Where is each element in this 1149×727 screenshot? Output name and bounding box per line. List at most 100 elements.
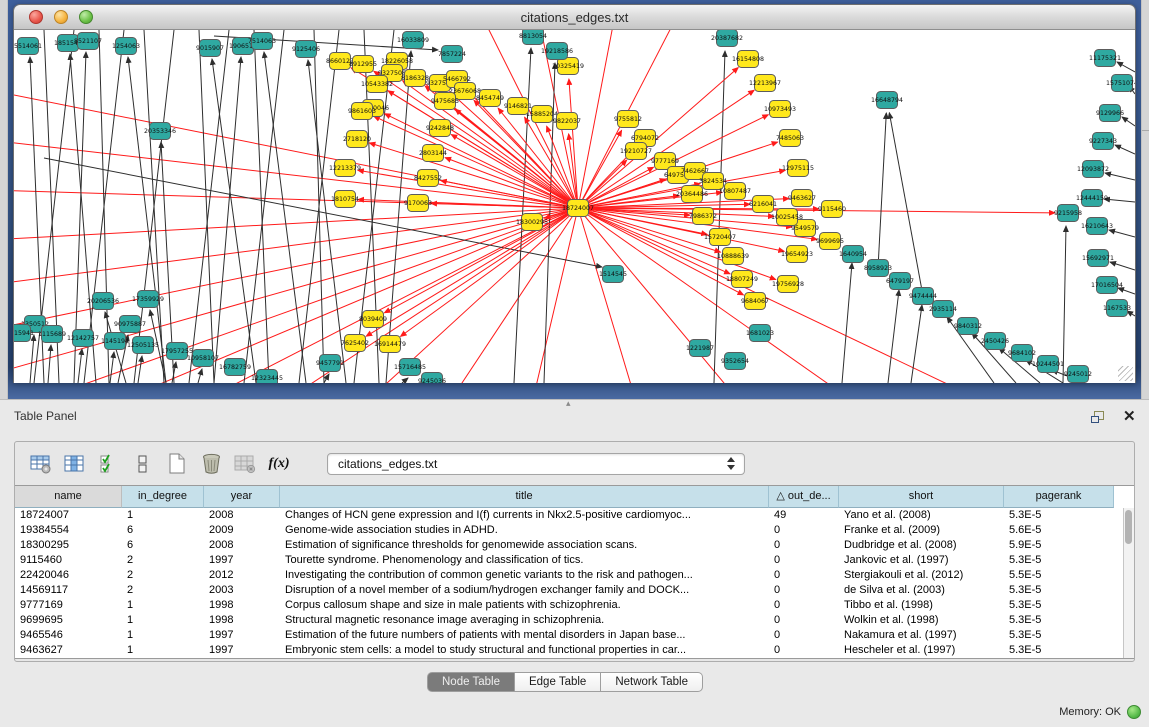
cell-name[interactable]: 14569117 bbox=[15, 583, 122, 598]
cell-in_degree[interactable]: 2 bbox=[122, 568, 204, 583]
table-row[interactable]: 969969511998Structural magnetic resonanc… bbox=[15, 613, 1123, 628]
cell-out_degree[interactable]: 49 bbox=[769, 508, 839, 523]
cell-pagerank[interactable]: 5.9E-5 bbox=[1004, 538, 1114, 553]
cell-in_degree[interactable]: 2 bbox=[122, 553, 204, 568]
graph-node[interactable]: 16914479 bbox=[374, 336, 406, 353]
graph-node[interactable]: 9475685 bbox=[431, 93, 459, 110]
cell-year[interactable]: 1998 bbox=[204, 598, 280, 613]
cell-title[interactable]: Estimation of significance thresholds fo… bbox=[280, 538, 769, 553]
network-canvas[interactable]: 1872400797558126794072192107279777169649… bbox=[14, 30, 1135, 383]
graph-node[interactable]: 7625402 bbox=[341, 335, 369, 352]
graph-node[interactable]: 8039409 bbox=[359, 311, 387, 328]
graph-node[interactable]: 17016504 bbox=[1091, 277, 1123, 294]
cell-name[interactable]: 18724007 bbox=[15, 508, 122, 523]
table-row[interactable]: 911546021997Tourette syndrome. Phenomeno… bbox=[15, 553, 1123, 568]
cell-pagerank[interactable]: 5.3E-5 bbox=[1004, 613, 1114, 628]
graph-node[interactable]: 12142757 bbox=[67, 330, 99, 347]
cell-in_degree[interactable]: 6 bbox=[122, 538, 204, 553]
graph-node[interactable]: 9227343 bbox=[1089, 133, 1117, 150]
cell-out_degree[interactable]: 0 bbox=[769, 598, 839, 613]
graph-node[interactable]: 12505135 bbox=[127, 337, 159, 354]
graph-node[interactable]: 10888639 bbox=[717, 248, 749, 265]
tab-network-table[interactable]: Network Table bbox=[601, 672, 703, 692]
graph-node[interactable]: 10244501 bbox=[1032, 356, 1064, 373]
graph-node[interactable]: 7514063 bbox=[248, 33, 276, 50]
graph-node[interactable]: 7485063 bbox=[776, 130, 804, 147]
cell-out_degree[interactable]: 0 bbox=[769, 628, 839, 643]
cell-short[interactable]: Yano et al. (2008) bbox=[839, 508, 1004, 523]
cell-in_degree[interactable]: 6 bbox=[122, 523, 204, 538]
graph-node[interactable]: 1115689 bbox=[38, 326, 66, 343]
select-rows-icon[interactable] bbox=[97, 452, 121, 476]
graph-node[interactable]: 9125406 bbox=[292, 41, 320, 58]
graph-node[interactable]: 19654923 bbox=[781, 246, 813, 263]
graph-node[interactable]: 6479197 bbox=[886, 273, 914, 290]
cell-out_degree[interactable]: 0 bbox=[769, 568, 839, 583]
column-header-out_degree[interactable]: △ out_de... bbox=[769, 486, 839, 508]
cell-year[interactable]: 1997 bbox=[204, 553, 280, 568]
cell-year[interactable]: 1998 bbox=[204, 613, 280, 628]
cell-out_degree[interactable]: 0 bbox=[769, 538, 839, 553]
column-header-year[interactable]: year bbox=[204, 486, 280, 508]
close-window-button[interactable] bbox=[29, 10, 43, 24]
graph-node[interactable]: 7986372 bbox=[689, 208, 717, 225]
cell-in_degree[interactable]: 1 bbox=[122, 628, 204, 643]
cell-short[interactable]: Stergiakouli et al. (2012) bbox=[839, 568, 1004, 583]
graph-node[interactable]: 8958923 bbox=[864, 260, 892, 277]
graph-node[interactable]: 1254063 bbox=[112, 38, 140, 55]
splitter-handle-icon[interactable]: ▴ bbox=[566, 398, 571, 409]
cell-in_degree[interactable]: 1 bbox=[122, 613, 204, 628]
cell-year[interactable]: 2012 bbox=[204, 568, 280, 583]
cell-name[interactable]: 9777169 bbox=[15, 598, 122, 613]
table-scrollbar[interactable] bbox=[1123, 508, 1134, 658]
show-columns-icon[interactable] bbox=[63, 452, 87, 476]
graph-node[interactable]: 8813054 bbox=[519, 30, 547, 45]
graph-node[interactable]: 9352654 bbox=[721, 353, 749, 370]
cell-name[interactable]: 19384554 bbox=[15, 523, 122, 538]
column-header-name[interactable]: name bbox=[15, 486, 122, 508]
graph-node[interactable]: 9463627 bbox=[788, 190, 816, 207]
cell-short[interactable]: Wolkin et al. (1998) bbox=[839, 613, 1004, 628]
cell-in_degree[interactable]: 1 bbox=[122, 598, 204, 613]
graph-node[interactable]: 2935114 bbox=[929, 301, 957, 318]
table-row[interactable]: 1456911722003Disruption of a novel membe… bbox=[15, 583, 1123, 598]
graph-node[interactable]: 18807249 bbox=[726, 271, 758, 288]
function-builder-icon[interactable]: f(x) bbox=[267, 452, 291, 476]
graph-node[interactable]: 11175321 bbox=[1089, 50, 1121, 67]
table-row[interactable]: 946554611997Estimation of the future num… bbox=[15, 628, 1123, 643]
graph-node[interactable]: 5514061 bbox=[14, 38, 42, 55]
cell-pagerank[interactable]: 5.3E-5 bbox=[1004, 508, 1114, 523]
graph-node[interactable]: 16648794 bbox=[871, 92, 903, 109]
graph-node[interactable]: 10973493 bbox=[764, 101, 796, 118]
cell-title[interactable]: Structural magnetic resonance image aver… bbox=[280, 613, 769, 628]
table-row[interactable]: 1938455462009Genome-wide association stu… bbox=[15, 523, 1123, 538]
cell-year[interactable]: 2009 bbox=[204, 523, 280, 538]
cell-title[interactable]: Disruption of a novel member of a sodium… bbox=[280, 583, 769, 598]
graph-node[interactable]: 12213379 bbox=[329, 160, 361, 177]
cell-pagerank[interactable]: 5.3E-5 bbox=[1004, 643, 1114, 658]
column-header-title[interactable]: title bbox=[280, 486, 769, 508]
graph-node[interactable]: 2803144 bbox=[419, 145, 447, 162]
graph-node[interactable]: 16210643 bbox=[1081, 218, 1113, 235]
graph-node[interactable]: 12213967 bbox=[749, 75, 781, 92]
cell-short[interactable]: Nakamura et al. (1997) bbox=[839, 628, 1004, 643]
row-height-icon[interactable] bbox=[131, 452, 155, 476]
cell-pagerank[interactable]: 5.3E-5 bbox=[1004, 583, 1114, 598]
graph-node[interactable]: 15720407 bbox=[704, 229, 736, 246]
cell-short[interactable]: Franke et al. (2009) bbox=[839, 523, 1004, 538]
graph-node[interactable]: 9245036 bbox=[418, 373, 446, 384]
cell-out_degree[interactable]: 0 bbox=[769, 643, 839, 658]
graph-node[interactable]: 7857224 bbox=[438, 46, 466, 63]
cell-short[interactable]: Dudbridge et al. (2008) bbox=[839, 538, 1004, 553]
network-window-titlebar[interactable]: citations_edges.txt bbox=[14, 5, 1135, 30]
cell-short[interactable]: Tibbo et al. (1998) bbox=[839, 598, 1004, 613]
cell-short[interactable]: Jankovic et al. (1997) bbox=[839, 553, 1004, 568]
cell-name[interactable]: 18300295 bbox=[15, 538, 122, 553]
new-document-icon[interactable] bbox=[165, 452, 189, 476]
graph-node[interactable]: 9684102 bbox=[1008, 345, 1036, 362]
graph-node[interactable]: 9861603 bbox=[348, 103, 376, 120]
table-select-dropdown[interactable]: citations_edges.txt bbox=[327, 453, 745, 475]
graph-node[interactable]: 3824534 bbox=[699, 173, 727, 190]
scrollbar-thumb[interactable] bbox=[1125, 510, 1132, 544]
resize-grip-icon[interactable] bbox=[1118, 366, 1133, 381]
